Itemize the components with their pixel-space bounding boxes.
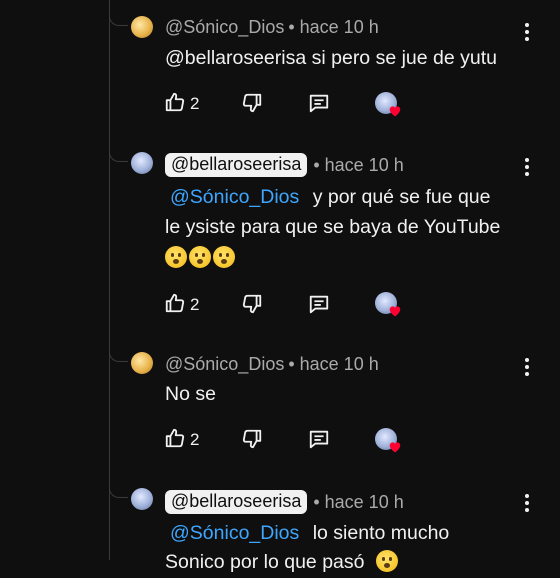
more-vertical-icon[interactable] bbox=[520, 494, 534, 514]
author-name[interactable]: @Sónico_Dios bbox=[165, 17, 284, 38]
avatar[interactable] bbox=[131, 488, 153, 510]
emoji-row bbox=[165, 243, 237, 274]
timestamp: • hace 10 h bbox=[288, 17, 379, 37]
like-count: 2 bbox=[190, 430, 200, 449]
comment-reply-icon[interactable] bbox=[308, 293, 330, 315]
timestamp: • hace 10 h bbox=[288, 354, 379, 374]
comment-header: @bellaroseerisa • hace 10 h bbox=[165, 490, 404, 514]
comment-text: @Sónico_Dios y por qué se fue que bbox=[170, 186, 491, 208]
comment-header: @bellaroseerisa • hace 10 h bbox=[165, 153, 404, 177]
creator-heart-icon bbox=[389, 442, 401, 453]
thread-branch bbox=[109, 350, 128, 362]
comment-text: @Sónico_Dios lo siento mucho bbox=[170, 522, 450, 544]
comment-header: @Sónico_Dios • hace 10 h bbox=[165, 17, 379, 38]
thread-line bbox=[109, 0, 110, 560]
comment-text-line: Sonico por lo que pasó bbox=[165, 547, 400, 578]
comment-reply-icon[interactable] bbox=[308, 428, 330, 450]
comment-text: No se bbox=[165, 383, 216, 405]
creator-heart-icon bbox=[389, 106, 401, 117]
thread-branch bbox=[109, 14, 128, 26]
hushed-face-emoji bbox=[213, 246, 235, 268]
comment-reply-icon[interactable] bbox=[308, 92, 330, 114]
thumb-up-icon[interactable] bbox=[164, 91, 186, 113]
avatar[interactable] bbox=[131, 352, 153, 374]
avatar[interactable] bbox=[131, 152, 153, 174]
comment-text: @bellaroseerisa si pero se jue de yutu bbox=[165, 47, 497, 69]
more-vertical-icon[interactable] bbox=[520, 158, 534, 178]
author-name[interactable]: @bellaroseerisa bbox=[165, 153, 308, 177]
thumb-up-icon[interactable] bbox=[164, 427, 186, 449]
mention-link[interactable]: @Sónico_Dios bbox=[170, 186, 299, 208]
timestamp: • hace 10 h bbox=[313, 154, 404, 175]
thumb-down-icon[interactable] bbox=[241, 293, 263, 315]
thumb-down-icon[interactable] bbox=[241, 428, 263, 450]
emoji bbox=[375, 550, 398, 572]
avatar[interactable] bbox=[131, 16, 153, 38]
comment-text-line: le ysiste para que se baya de YouTube bbox=[165, 216, 501, 238]
thread-branch bbox=[109, 150, 128, 162]
hushed-face-emoji bbox=[189, 246, 211, 268]
author-name[interactable]: @bellaroseerisa bbox=[165, 490, 308, 514]
like-count: 2 bbox=[190, 295, 200, 314]
more-vertical-icon[interactable] bbox=[520, 23, 534, 43]
more-vertical-icon[interactable] bbox=[520, 358, 534, 378]
mention-link[interactable]: @Sónico_Dios bbox=[170, 522, 299, 544]
thread-branch bbox=[109, 486, 128, 498]
timestamp: • hace 10 h bbox=[313, 491, 404, 512]
thumb-down-icon[interactable] bbox=[241, 92, 263, 114]
author-name[interactable]: @Sónico_Dios bbox=[165, 354, 284, 375]
creator-heart-icon bbox=[389, 306, 401, 317]
thumb-up-icon[interactable] bbox=[164, 292, 186, 314]
hushed-face-emoji bbox=[165, 246, 187, 268]
comment-header: @Sónico_Dios • hace 10 h bbox=[165, 354, 379, 375]
like-count: 2 bbox=[190, 94, 200, 113]
